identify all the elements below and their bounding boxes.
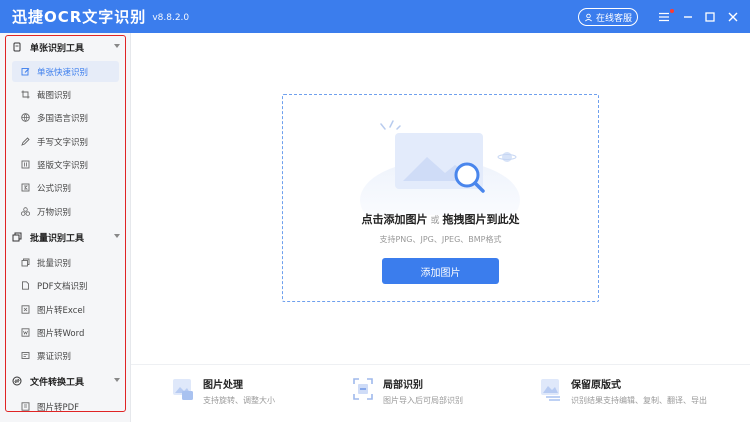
batch-icon: [21, 258, 30, 267]
sidebar-item-label: 图片转Excel: [37, 305, 86, 316]
sidebar-item-ticket[interactable]: 票证识别: [12, 345, 119, 366]
section-title: 批量识别工具: [30, 233, 85, 244]
sidebar-item-label: 公式识别: [37, 183, 72, 194]
sidebar-item-label: 多国语言识别: [37, 113, 89, 124]
word-icon: [21, 328, 30, 337]
add-image-button[interactable]: 添加图片: [382, 258, 499, 284]
online-service-label: 在线客服: [595, 13, 632, 24]
feature-desc: 支持旋转、调整大小: [203, 396, 275, 405]
caret-down-icon: [114, 234, 120, 238]
sidebar-item-label: 截图识别: [37, 90, 72, 101]
vertical-text-icon: [21, 160, 30, 169]
maximize-icon[interactable]: [703, 10, 717, 24]
drop-title-drag: 拖拽图片到此处: [442, 213, 520, 226]
pen-icon: [21, 137, 30, 146]
caret-down-icon: [114, 44, 120, 48]
section-title: 单张识别工具: [30, 43, 85, 54]
image-processing-icon: [173, 379, 193, 400]
upload-illustration-icon: [360, 120, 520, 215]
user-icon: [585, 13, 592, 21]
sidebar-item-pdf-recognition[interactable]: PDF文档识别: [12, 275, 119, 296]
sidebar-item-label: 手写文字识别: [37, 137, 89, 148]
section-batch-tools[interactable]: 批量识别工具: [12, 229, 124, 245]
menu-icon[interactable]: [657, 10, 671, 24]
excel-icon: [21, 305, 30, 314]
feature-title: 局部识别: [383, 380, 423, 391]
sidebar-item-label: 票证识别: [37, 351, 72, 362]
feature-desc: 图片导入后可局部识别: [383, 396, 463, 405]
sidebar-item-handwriting[interactable]: 手写文字识别: [12, 131, 119, 152]
app-title: 迅捷OCR文字识别: [12, 8, 147, 26]
edit-icon: [21, 67, 30, 76]
feature-image-processing: 图片处理 支持旋转、调整大小: [172, 374, 275, 414]
online-service-button[interactable]: 在线客服: [578, 8, 638, 26]
drop-zone-title: 点击添加图片或拖拽图片到此处: [282, 211, 599, 227]
document-icon: [12, 42, 22, 52]
supported-formats-text: 支持PNG、JPG、JPEG、BMP格式: [379, 235, 502, 244]
sidebar-item-label: 竖版文字识别: [37, 160, 89, 171]
ticket-icon: [21, 351, 30, 360]
feature-desc: 识别结果支持编辑、复制、翻译、导出: [571, 396, 707, 405]
globe-icon: [21, 113, 30, 122]
partial-recognition-icon: [353, 378, 373, 400]
notification-dot: [670, 9, 674, 13]
sidebar-item-label: 图片转Word: [37, 328, 85, 339]
layers-icon: [12, 232, 22, 242]
sidebar-item-formula[interactable]: 公式识别: [12, 177, 119, 198]
sidebar-item-image-to-excel[interactable]: 图片转Excel: [12, 299, 119, 320]
shapes-icon: [21, 207, 30, 216]
feature-title: 图片处理: [203, 380, 243, 391]
drop-title-or: 或: [430, 216, 440, 226]
minimize-icon[interactable]: [681, 10, 695, 24]
sidebar-item-label: 图片转PDF: [37, 402, 80, 413]
crop-icon: [21, 90, 30, 99]
pdf-icon: [21, 281, 30, 290]
keep-layout-icon: [541, 379, 560, 401]
sidebar-item-label: 单张快速识别: [37, 67, 89, 78]
sidebar-item-multilanguage[interactable]: 多国语言识别: [12, 107, 119, 128]
sidebar-item-vertical-text[interactable]: 竖版文字识别: [12, 154, 119, 175]
caret-down-icon: [114, 378, 120, 382]
section-convert-tools[interactable]: 文件转换工具: [12, 373, 124, 389]
sidebar-item-label: PDF文档识别: [37, 281, 88, 292]
app-version: v8.8.2.0: [152, 13, 190, 23]
section-title: 文件转换工具: [30, 377, 85, 388]
pdf-file-icon: [21, 402, 30, 411]
drop-title-click: 点击添加图片: [361, 213, 428, 226]
sidebar-item-object[interactable]: 万物识别: [12, 201, 119, 222]
close-icon[interactable]: [726, 10, 740, 24]
sidebar-item-single-quick[interactable]: 单张快速识别: [12, 61, 119, 82]
formula-icon: [21, 183, 30, 192]
sidebar-item-screenshot[interactable]: 截图识别: [12, 84, 119, 105]
sidebar-item-label: 万物识别: [37, 207, 72, 218]
sidebar-item-batch[interactable]: 批量识别: [12, 252, 119, 273]
feature-partial-recognition: 局部识别 图片导入后可局部识别: [352, 374, 463, 414]
sidebar-item-image-to-word[interactable]: 图片转Word: [12, 322, 119, 343]
section-single-tools[interactable]: 单张识别工具: [12, 39, 124, 55]
sidebar-item-label: 批量识别: [37, 258, 72, 269]
convert-icon: [12, 376, 22, 386]
feature-keep-layout: 保留原版式 识别结果支持编辑、复制、翻译、导出: [540, 374, 707, 414]
sidebar-item-image-to-pdf[interactable]: 图片转PDF: [12, 396, 119, 417]
feature-title: 保留原版式: [571, 380, 621, 391]
